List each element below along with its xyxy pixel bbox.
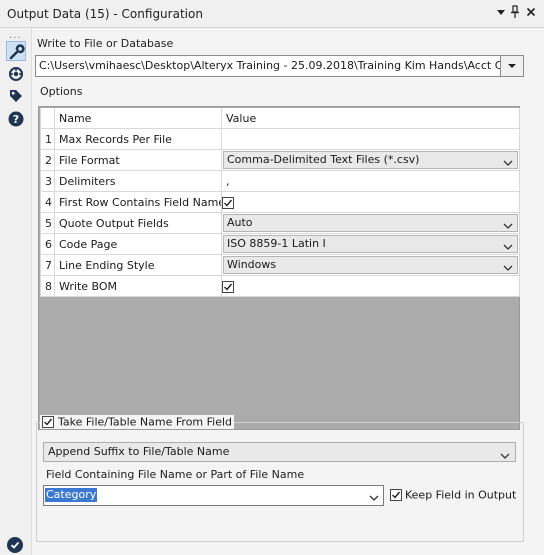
chevron-down-icon [503, 261, 513, 275]
quote-output-fields-value: Auto [227, 216, 253, 229]
chevron-down-icon[interactable] [494, 5, 508, 21]
first-row-field-names-checkbox[interactable] [222, 196, 234, 209]
code-page-select[interactable]: ISO 8859-1 Latin I [223, 235, 518, 253]
chevron-down-icon [503, 156, 513, 170]
option-name: Line Ending Style [54, 254, 222, 276]
table-row: 6 Code Page ISO 8859-1 Latin I [40, 233, 520, 255]
option-name: Delimiters [54, 170, 222, 192]
keep-field-label: Keep Field in Output [405, 488, 517, 502]
row-number: 4 [40, 191, 55, 213]
option-name: Quote Output Fields [54, 212, 222, 234]
options-grid: Name Value 1 Max Records Per File 2 File… [38, 106, 520, 430]
write-bom-checkbox[interactable] [222, 280, 234, 293]
row-number: 3 [40, 170, 55, 192]
column-header-name: Name [54, 108, 222, 129]
option-name: File Format [54, 149, 222, 171]
delimiters-input[interactable]: , [221, 170, 520, 192]
row-number: 1 [40, 128, 55, 150]
keep-field-checkbox[interactable] [390, 489, 402, 501]
sidebar-item-configuration[interactable] [6, 41, 26, 61]
chevron-down-icon [503, 240, 513, 254]
take-from-field-group [36, 422, 524, 542]
config-sidebar: ... ? [0, 28, 32, 555]
table-row: 3 Delimiters , [40, 170, 520, 192]
row-number: 5 [40, 212, 55, 234]
options-table: Name Value 1 Max Records Per File 2 File… [40, 108, 520, 297]
field-containing-label: Field Containing File Name or Part of Fi… [46, 468, 305, 481]
quote-output-fields-select[interactable]: Auto [223, 214, 518, 232]
status-ok-icon [7, 537, 23, 553]
row-number: 6 [40, 233, 55, 255]
field-name-select[interactable]: Category [43, 485, 384, 506]
file-format-value: Comma-Delimited Text Files (*.csv) [227, 153, 420, 166]
svg-text:?: ? [13, 113, 19, 126]
table-row: 4 First Row Contains Field Names [40, 191, 520, 213]
take-name-from-field-label: Take File/Table Name From Field [58, 415, 233, 429]
sidebar-item-annotation[interactable] [6, 86, 26, 106]
name-mode-select[interactable]: Append Suffix to File/Table Name [43, 442, 516, 462]
chevron-down-icon [501, 64, 523, 79]
table-row: 8 Write BOM [40, 275, 520, 297]
close-icon[interactable] [524, 5, 538, 21]
max-records-input[interactable] [221, 128, 520, 150]
chevron-down-icon [369, 492, 379, 505]
chevron-down-icon [503, 219, 513, 233]
window-title: Output Data (15) - Configuration [7, 7, 203, 21]
option-name: Max Records Per File [54, 128, 222, 150]
row-number: 7 [40, 254, 55, 276]
table-row: 5 Quote Output Fields Auto [40, 212, 520, 234]
pin-icon[interactable] [508, 5, 522, 21]
row-number: 2 [40, 149, 55, 171]
table-row: 7 Line Ending Style Windows [40, 254, 520, 276]
output-path-input[interactable]: C:\Users\vmihaesc\Desktop\Alteryx Traini… [35, 55, 501, 77]
option-name: Code Page [54, 233, 222, 255]
line-ending-style-value: Windows [227, 258, 277, 271]
window-titlebar: Output Data (15) - Configuration [0, 0, 544, 28]
option-name: First Row Contains Field Names [54, 191, 222, 213]
path-dropdown-button[interactable] [500, 55, 524, 77]
config-content: Write to File or Database C:\Users\vmiha… [32, 28, 544, 555]
option-name: Write BOM [54, 275, 222, 297]
sidebar-grip: ... [9, 30, 22, 41]
code-page-value: ISO 8859-1 Latin I [227, 237, 326, 250]
chevron-down-icon [500, 448, 510, 466]
file-format-select[interactable]: Comma-Delimited Text Files (*.csv) [223, 151, 518, 169]
line-ending-style-select[interactable]: Windows [223, 256, 518, 274]
take-name-from-field-checkbox[interactable] [42, 416, 54, 428]
column-header-value: Value [221, 108, 520, 129]
table-row: 1 Max Records Per File [40, 128, 520, 150]
sidebar-item-connections[interactable] [6, 64, 26, 84]
write-to-label: Write to File or Database [37, 37, 174, 50]
row-number: 8 [40, 275, 55, 297]
options-label: Options [40, 85, 83, 98]
name-mode-value: Append Suffix to File/Table Name [48, 445, 230, 458]
field-name-value: Category [45, 488, 98, 502]
table-row: 2 File Format Comma-Delimited Text Files… [40, 149, 520, 171]
options-header-row: Name Value [40, 108, 520, 129]
sidebar-item-help[interactable]: ? [6, 109, 26, 129]
